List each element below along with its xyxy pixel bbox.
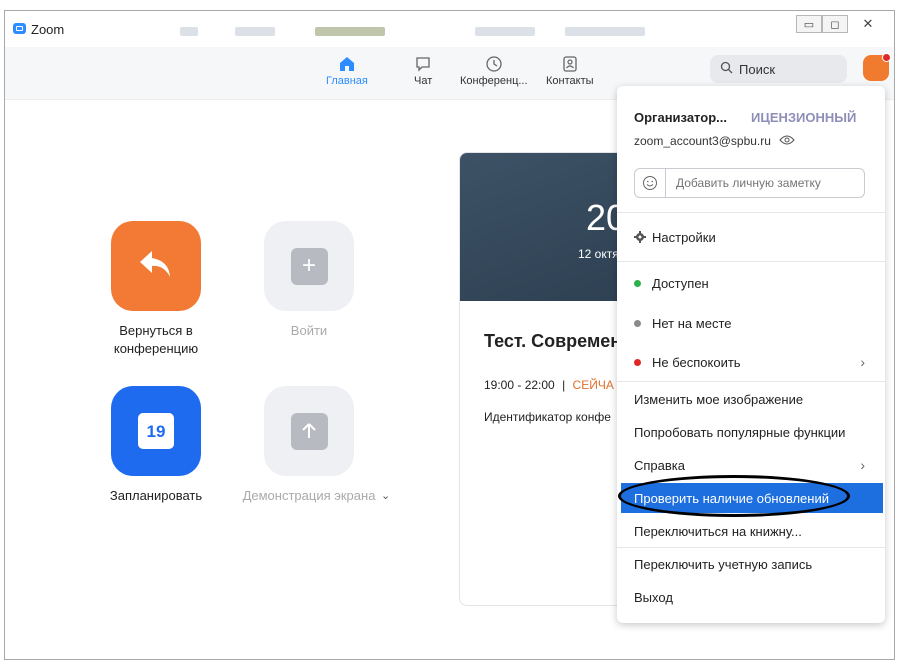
meeting-time: 19:00 - 22:00 | СЕЙЧА (484, 378, 614, 392)
status-available-dot (634, 279, 641, 287)
menu-item-check-updates[interactable]: Проверить наличие обновлений (621, 483, 883, 513)
contacts-icon (561, 53, 579, 75)
chevron-right-icon: › (860, 457, 865, 473)
meeting-time-separator: | (562, 378, 566, 392)
menu-item-dnd-label: Не беспокоить (652, 354, 741, 370)
profile-menu: Организатор... ИЦЕНЗИОННЫЙ zoom_account3… (617, 86, 885, 623)
return-to-meeting-button[interactable] (111, 221, 201, 311)
menu-divider (617, 381, 885, 382)
status-away-icon (634, 319, 652, 327)
menu-item-away-label: Нет на месте (652, 315, 732, 331)
status-dnd-icon (634, 358, 652, 366)
home-icon (338, 53, 356, 75)
menu-item-switch-account-label: Переключить учетную запись (634, 556, 813, 572)
clock-icon (485, 53, 503, 75)
plus-icon: + (290, 247, 328, 285)
menu-item-help-label: Справка (634, 457, 685, 473)
close-button[interactable]: ✕ (848, 15, 888, 33)
return-arrow-icon (136, 247, 176, 286)
zoom-app-icon (13, 23, 26, 34)
join-label: Войти (290, 323, 328, 338)
chevron-right-icon: › (860, 354, 865, 370)
menu-item-switch-account[interactable]: Переключить учетную запись (617, 549, 885, 579)
minimize-button[interactable]: ▭ (796, 15, 822, 33)
tab-contacts-label: Контакты (546, 75, 594, 87)
clock-date: 12 октя (578, 247, 619, 261)
maximize-icon: ◻ (830, 18, 840, 31)
tab-home-label: Главная (326, 75, 368, 87)
blurred-background-strip (315, 27, 385, 36)
menu-divider (617, 547, 885, 548)
menu-item-try-features-label: Попробовать популярные функции (634, 424, 846, 440)
menu-item-settings[interactable]: Настройки (617, 222, 885, 252)
search-label: Поиск (739, 61, 776, 77)
menu-item-logout-label: Выход (634, 589, 673, 605)
menu-item-portrait-view[interactable]: Переключиться на книжну... (617, 516, 885, 546)
menu-item-check-updates-label: Проверить наличие обновлений (634, 490, 829, 506)
upload-arrow-icon (290, 412, 328, 450)
schedule-button[interactable]: 19 (111, 386, 201, 476)
personal-note-input[interactable] (674, 175, 858, 191)
menu-item-portrait-view-label: Переключиться на книжну... (634, 523, 802, 539)
minimize-icon: ▭ (803, 18, 815, 31)
menu-item-away[interactable]: Нет на месте (617, 308, 885, 338)
menu-item-help[interactable]: Справка › (617, 450, 885, 480)
personal-note-field[interactable] (634, 168, 865, 198)
join-button[interactable]: + (264, 221, 354, 311)
calendar-day: 19 (146, 422, 166, 441)
menu-item-available[interactable]: Доступен (617, 268, 885, 298)
menu-item-logout[interactable]: Выход (617, 582, 885, 612)
tab-chat-label: Чат (414, 75, 433, 87)
status-available-icon (634, 279, 652, 287)
calendar-icon: 19 (138, 413, 174, 449)
menu-item-settings-label: Настройки (652, 229, 716, 245)
menu-item-try-features[interactable]: Попробовать популярные функции (617, 417, 885, 447)
tab-chat[interactable]: Чат (414, 53, 432, 87)
chat-icon (414, 53, 432, 75)
menu-item-change-picture[interactable]: Изменить мое изображение (617, 384, 885, 414)
account-email-text: zoom_account3@spbu.ru (634, 134, 771, 148)
window-controls: ▭ ◻ ✕ (796, 15, 888, 33)
menu-divider (617, 261, 885, 262)
meeting-id: Идентификатор конфе (484, 410, 611, 424)
meeting-now-badge: СЕЙЧА (572, 378, 614, 392)
blurred-background-strip (235, 27, 275, 36)
title-bar: Zoom ▭ ◻ ✕ (5, 11, 894, 47)
maximize-button[interactable]: ◻ (822, 15, 848, 33)
license-badge: ИЦЕНЗИОННЫЙ (751, 110, 857, 125)
chevron-down-icon[interactable]: ⌄ (381, 489, 390, 502)
profile-avatar-button[interactable] (863, 53, 891, 81)
menu-item-dnd[interactable]: Не беспокоить › (617, 347, 885, 377)
blurred-background-strip (565, 27, 645, 36)
menu-divider (617, 212, 885, 213)
status-away-dot (634, 319, 641, 327)
meeting-time-range: 19:00 - 22:00 (484, 378, 555, 392)
menu-item-available-label: Доступен (652, 275, 709, 291)
close-icon: ✕ (862, 16, 874, 31)
return-to-meeting-label: Вернуться в конференцию (113, 323, 199, 356)
status-dnd-dot (634, 358, 641, 366)
share-screen-label: Демонстрация экрана (242, 488, 376, 503)
account-email: zoom_account3@spbu.ru (634, 134, 795, 148)
account-name: Организатор... (634, 110, 727, 125)
share-screen-button[interactable] (264, 386, 354, 476)
schedule-label: Запланировать (109, 488, 203, 503)
tab-home[interactable]: Главная (326, 53, 368, 87)
blurred-background-strip (475, 27, 535, 36)
eye-icon[interactable] (779, 134, 795, 148)
notification-dot (882, 53, 891, 62)
blurred-background-strip (180, 27, 198, 36)
smiley-icon[interactable] (635, 169, 666, 197)
search-box[interactable]: Поиск (710, 55, 847, 83)
tab-meetings-label: Конференц... (460, 75, 528, 87)
search-icon (720, 61, 733, 77)
tab-contacts[interactable]: Контакты (546, 53, 594, 87)
gear-icon (634, 231, 652, 243)
meeting-title: Тест. Современ (484, 331, 622, 351)
window-title: Zoom (31, 22, 65, 37)
menu-item-change-picture-label: Изменить мое изображение (634, 391, 804, 407)
tab-meetings[interactable]: Конференц... (460, 53, 528, 87)
